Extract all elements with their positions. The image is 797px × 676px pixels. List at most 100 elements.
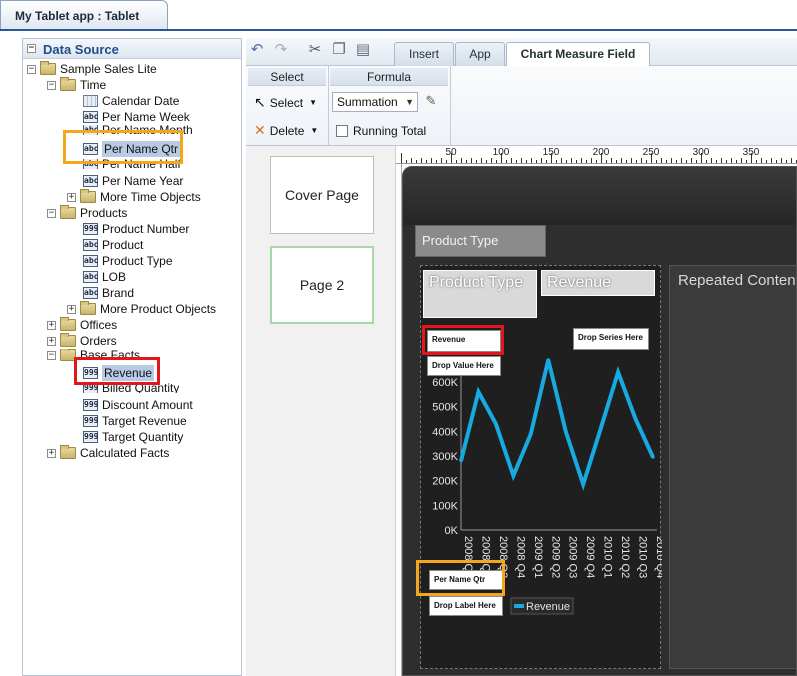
expand-icon[interactable]: + xyxy=(47,336,56,346)
tree-item[interactable]: abc Brand xyxy=(83,285,134,301)
ruler-tick xyxy=(511,158,512,163)
ribbon: Select Formula ↖ Select ▼ ✕ Delete ▼ Summati… xyxy=(246,66,797,146)
numeric-column-icon: 999 xyxy=(83,431,99,443)
highlight-per-name-qtr-drop xyxy=(416,560,505,596)
tree-label: More Time Objects xyxy=(100,190,201,204)
tree-root[interactable]: − Sample Sales Lite xyxy=(27,61,157,77)
tab-insert[interactable]: Insert xyxy=(394,42,454,66)
copy-icon[interactable]: ❐ xyxy=(330,41,348,59)
ruler-tick xyxy=(656,160,657,163)
ruler-tick xyxy=(776,160,777,163)
collapse-icon[interactable]: − xyxy=(27,44,36,53)
pointer-icon: ↖ xyxy=(254,94,266,110)
checkbox-box[interactable] xyxy=(336,125,348,137)
tree-label: Per Name Year xyxy=(102,174,184,188)
paste-icon[interactable]: ▤ xyxy=(354,41,372,59)
tab-chart-measure-field[interactable]: Chart Measure Field xyxy=(506,42,650,67)
tree-folder-time[interactable]: − Time xyxy=(47,77,106,93)
redo-icon[interactable]: ↷ xyxy=(272,41,290,59)
ruler-tick xyxy=(411,158,412,163)
delete-button[interactable]: ✕ Delete ▼ xyxy=(254,122,318,139)
x-tick-label: 2008 Q4 xyxy=(514,536,526,578)
toolbar: ↶ ↷ ✂ ❐ ▤ Insert App Chart Measure Field xyxy=(246,38,797,67)
aggregation-value: Summation xyxy=(337,95,398,109)
collapse-icon[interactable]: − xyxy=(47,208,56,218)
tree-item[interactable]: 999 Product Number xyxy=(83,221,189,237)
tree-item[interactable]: abc Per Name Week xyxy=(83,109,190,125)
ruler-tick xyxy=(571,158,572,163)
expand-icon[interactable]: + xyxy=(67,192,76,202)
running-total-checkbox[interactable]: Running Total xyxy=(336,124,426,138)
ruler-label: 100 xyxy=(492,147,510,158)
ruler-tick xyxy=(786,160,787,163)
ruler-tick xyxy=(461,158,462,163)
app-title-tab[interactable]: My Tablet app : Tablet xyxy=(0,0,168,30)
tree-folder-products[interactable]: − Products xyxy=(47,205,127,221)
tree-folder[interactable]: + More Time Objects xyxy=(67,189,201,205)
ruler-tick xyxy=(661,158,662,163)
collapse-icon[interactable]: − xyxy=(47,80,56,90)
ruler-tick xyxy=(576,160,577,163)
title-bar: My Tablet app : Tablet xyxy=(0,0,797,31)
tree-label: Product Number xyxy=(102,222,190,236)
ruler-tick xyxy=(621,158,622,163)
tree-item[interactable]: Calendar Date xyxy=(83,93,179,109)
tab-app[interactable]: App xyxy=(455,42,505,66)
tree-label: Target Revenue xyxy=(102,414,187,428)
tree-item[interactable]: abc Per Name Year xyxy=(83,173,183,189)
ruler-tick xyxy=(611,158,612,163)
tree-item[interactable]: abc Product xyxy=(83,237,143,253)
expand-icon[interactable]: + xyxy=(47,320,56,330)
running-total-label: Running Total xyxy=(353,124,427,138)
tree-item[interactable]: abc LOB xyxy=(83,269,126,285)
ruler-tick xyxy=(781,158,782,163)
page-thumb-cover[interactable]: Cover Page xyxy=(270,156,374,234)
ruler-label: 250 xyxy=(642,147,660,158)
ruler-tick xyxy=(721,158,722,163)
data-point xyxy=(459,459,463,463)
folder-icon xyxy=(60,445,76,459)
cut-icon[interactable]: ✂ xyxy=(306,41,324,59)
ruler-tick xyxy=(456,160,457,163)
y-tick-label: 0K xyxy=(445,525,459,537)
data-source-header[interactable]: − Data Source xyxy=(23,39,241,59)
expand-icon[interactable]: + xyxy=(67,304,76,314)
drop-zone-label[interactable]: Drop Label Here xyxy=(429,596,503,616)
page-thumb-page-2[interactable]: Page 2 xyxy=(270,246,374,324)
tree-label: Product xyxy=(102,238,144,252)
repeated-content-section[interactable]: Repeated Content xyxy=(669,265,796,669)
tree-item[interactable]: abc Product Type xyxy=(83,253,173,269)
tree-item[interactable]: 999 Target Revenue xyxy=(83,413,187,429)
tree-folder[interactable]: + More Product Objects xyxy=(67,301,216,317)
collapse-icon[interactable]: − xyxy=(47,350,56,360)
tree-folder-offices[interactable]: + Offices xyxy=(47,317,117,333)
tree-item[interactable]: 999 Target Quantity xyxy=(83,429,183,445)
formula-editor-icon[interactable]: ✎ xyxy=(422,92,440,110)
tree-label: Target Quantity xyxy=(102,430,184,444)
ruler-tick xyxy=(706,160,707,163)
tree-folder-orders[interactable]: + Orders xyxy=(47,333,117,349)
aggregation-select[interactable]: Summation ▼ xyxy=(332,92,418,112)
tree-folder-calculated-facts[interactable]: + Calculated Facts xyxy=(47,445,169,461)
expand-icon[interactable]: + xyxy=(47,448,56,458)
tablet-canvas: Product Type Product Type Revenue Revenu… xyxy=(402,166,797,676)
ruler-tick xyxy=(791,158,792,163)
select-button[interactable]: ↖ Select ▼ xyxy=(254,94,317,111)
undo-icon[interactable]: ↶ xyxy=(248,41,266,59)
ruler-label: 200 xyxy=(592,147,610,158)
ruler-tick xyxy=(631,158,632,163)
numeric-column-icon: 999 xyxy=(83,223,99,235)
tree-label: More Product Objects xyxy=(100,302,217,316)
ruler-tick xyxy=(616,160,617,163)
collapse-icon[interactable]: − xyxy=(27,64,36,74)
tree-label: Calculated Facts xyxy=(80,446,170,460)
ruler-tick xyxy=(586,160,587,163)
product-type-section[interactable]: Product Type xyxy=(415,225,546,257)
ruler-tick xyxy=(761,158,762,163)
tree-item[interactable]: 999 Discount Amount xyxy=(83,397,193,413)
tree-label: Offices xyxy=(80,318,118,332)
tree-label: Calendar Date xyxy=(102,94,180,108)
ruler-tick xyxy=(591,158,592,163)
ruler-tick xyxy=(711,158,712,163)
ruler-tick xyxy=(471,158,472,163)
